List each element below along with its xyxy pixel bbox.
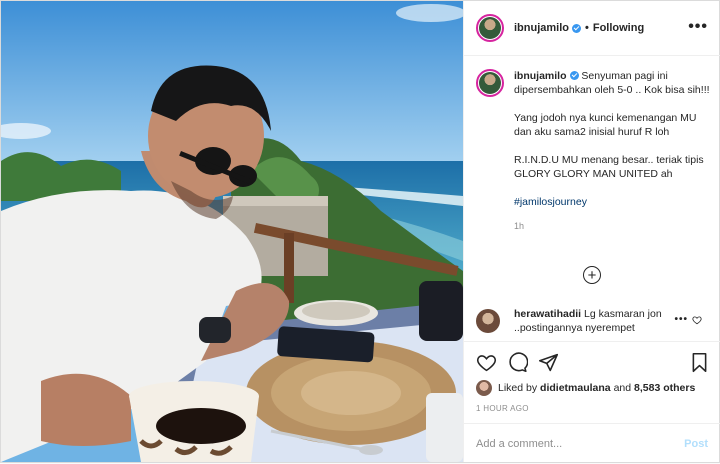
verified-badge-icon <box>572 23 581 33</box>
post-comment-button[interactable]: Post <box>684 438 708 450</box>
caption-time: 1h <box>514 221 525 231</box>
caption-line-3: R.I.N.D.U MU menang besar.. teriak tipis… <box>514 154 704 180</box>
photo-illustration <box>1 1 463 462</box>
add-comment-input[interactable] <box>476 438 685 450</box>
commenter-avatar[interactable] <box>476 309 500 333</box>
like-heart-icon[interactable] <box>476 352 497 373</box>
bookmark-icon[interactable] <box>689 352 710 373</box>
liker-avatar[interactable] <box>476 380 492 396</box>
likes-count[interactable]: 8,583 others <box>634 382 695 394</box>
comment-like-icon[interactable] <box>692 315 702 325</box>
likes-summary: Liked by didietmaulana and 8,583 others <box>476 380 695 396</box>
post-actions: Liked by didietmaulana and 8,583 others … <box>464 341 720 463</box>
caption-avatar[interactable] <box>476 69 504 97</box>
comment-body-cont: ..postingannya nyerempet <box>514 322 635 334</box>
add-comment-bar: Post <box>464 423 720 464</box>
post-photo[interactable] <box>1 1 463 462</box>
author-avatar[interactable] <box>476 14 504 42</box>
share-send-icon[interactable] <box>538 352 559 373</box>
hashtag-link[interactable]: #jamilosjourney <box>514 196 587 208</box>
post-panel: ibnujamilo • Following ••• ibnujamilo Se… <box>463 1 720 463</box>
likes-and: and <box>613 382 632 394</box>
likes-prefix: Liked by <box>498 382 538 394</box>
author-username[interactable]: ibnujamilo <box>514 22 569 34</box>
post-timestamp[interactable]: 1 HOUR AGO <box>476 404 529 413</box>
comment-icon[interactable] <box>507 352 528 373</box>
commenter-username[interactable]: herawatihadii <box>514 308 581 320</box>
liker-username[interactable]: didietmaulana <box>540 382 611 394</box>
separator-dot: • <box>585 22 589 34</box>
comment-body: Lg kasmaran jon <box>584 308 662 320</box>
caption-verified-icon <box>569 71 579 80</box>
comment-text: herawatihadii Lg kasmaran jon ..postinga… <box>514 307 674 335</box>
instagram-post: ibnujamilo • Following ••• ibnujamilo Se… <box>0 0 720 463</box>
caption: ibnujamilo Senyuman pagi ini dipersembah… <box>476 69 714 233</box>
post-header: ibnujamilo • Following ••• <box>464 1 720 56</box>
caption-text: ibnujamilo Senyuman pagi ini dipersembah… <box>514 69 714 233</box>
caption-line-2: Yang jodoh nya kunci kemenangan MU dan a… <box>514 112 697 138</box>
following-button[interactable]: Following <box>593 22 644 34</box>
load-more-comments-icon[interactable]: + <box>583 266 601 284</box>
caption-username[interactable]: ibnujamilo <box>514 70 567 82</box>
comment-options-icon[interactable]: ••• <box>674 314 688 325</box>
comment-item: herawatihadii Lg kasmaran jon ..postinga… <box>476 307 716 335</box>
more-options-icon[interactable]: ••• <box>688 17 708 37</box>
